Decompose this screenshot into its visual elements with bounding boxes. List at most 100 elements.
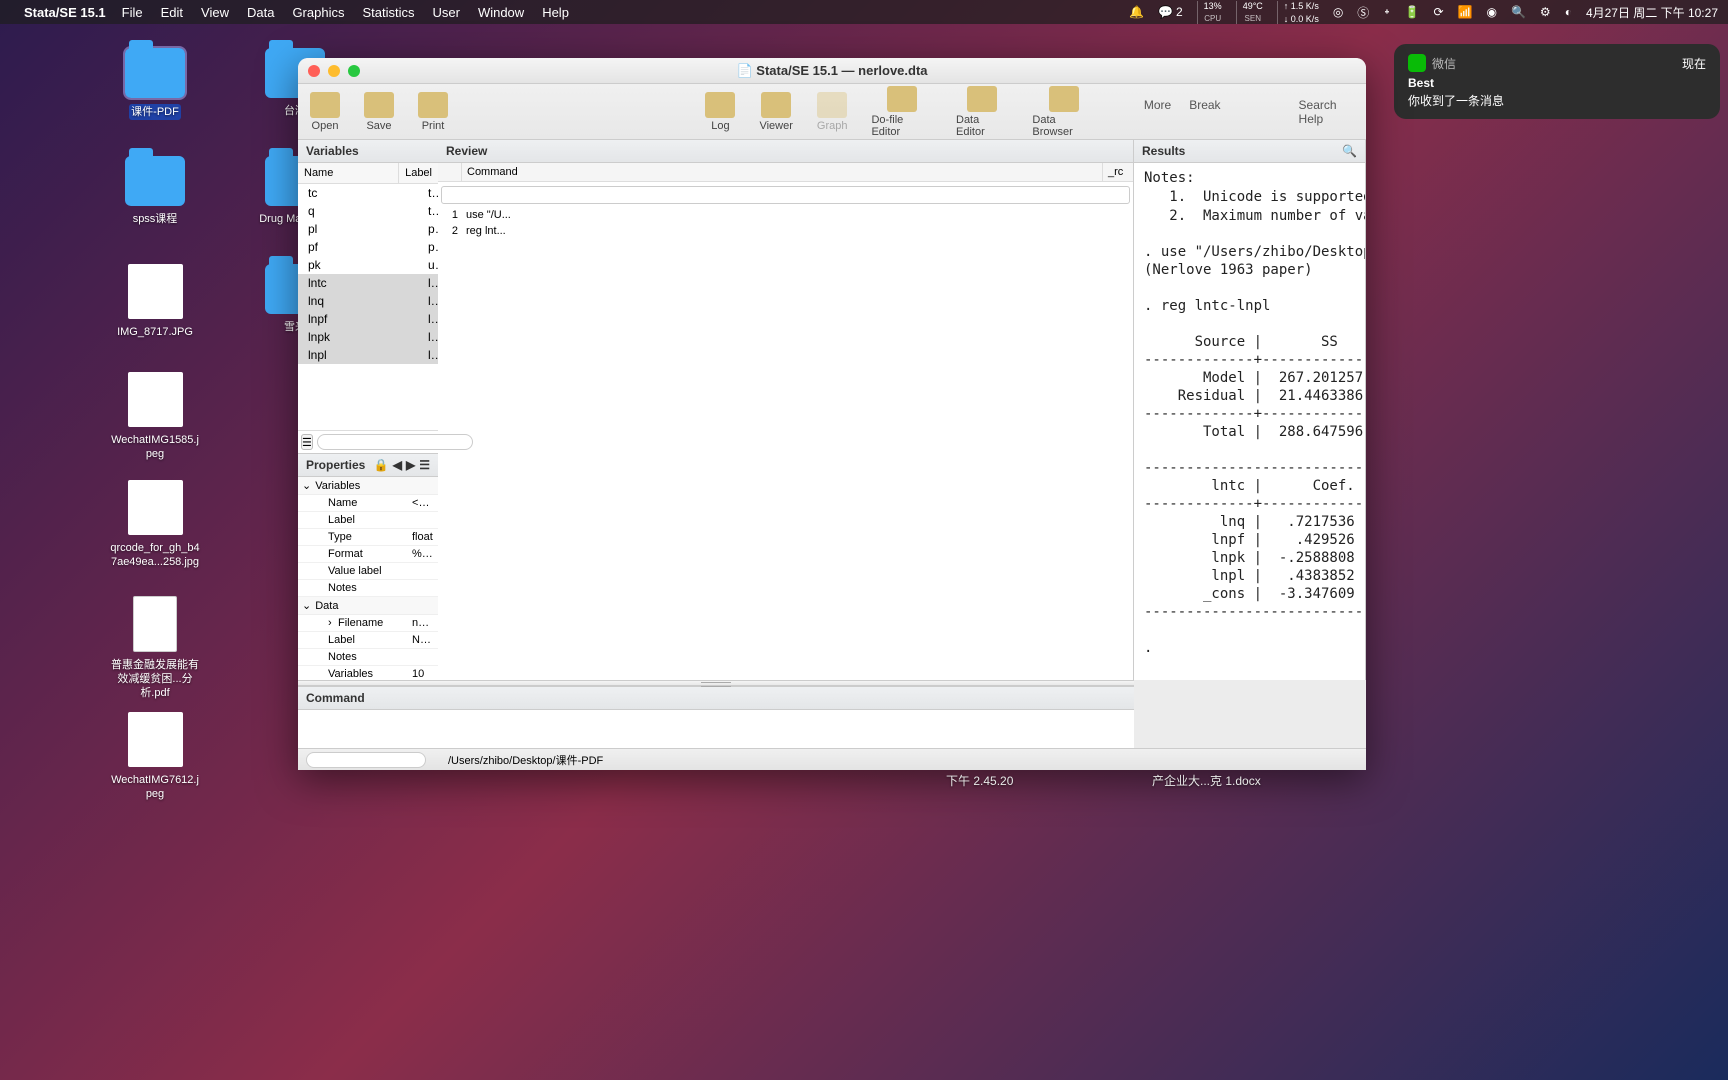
command-sash[interactable] bbox=[298, 680, 1134, 686]
search-icon[interactable]: 🔍 bbox=[1342, 144, 1357, 158]
menu-graphics[interactable]: Graphics bbox=[292, 5, 344, 20]
variable-row[interactable]: pkuser cost... bbox=[298, 256, 438, 274]
window-titlebar[interactable]: 📄 Stata/SE 15.1 — nerlove.dta bbox=[298, 58, 1366, 84]
notification-wechat[interactable]: 微信 现在 Best 你收到了一条消息 bbox=[1394, 44, 1720, 119]
variables-search-input[interactable] bbox=[317, 434, 473, 450]
app-name[interactable]: Stata/SE 15.1 bbox=[24, 5, 106, 20]
variable-row[interactable]: pfprice of fu... bbox=[298, 238, 438, 256]
property-row[interactable]: LabelNerlove 1963 paper bbox=[298, 632, 438, 649]
zoom-icon[interactable] bbox=[348, 65, 360, 77]
menu-window[interactable]: Window bbox=[478, 5, 524, 20]
battery-icon[interactable]: 🔋 bbox=[1405, 5, 1420, 19]
menu-edit[interactable]: Edit bbox=[161, 5, 183, 20]
menu-user[interactable]: User bbox=[432, 5, 459, 20]
icon-label: spss课程 bbox=[110, 212, 200, 226]
notification-time: 现在 bbox=[1682, 55, 1706, 72]
property-row[interactable]: Format%9.0g bbox=[298, 546, 438, 563]
working-directory: /Users/zhibo/Desktop/课件-PDF bbox=[448, 752, 603, 768]
property-row[interactable]: Name<5 variables selected> bbox=[298, 495, 438, 512]
variable-row[interactable]: tctotal cost bbox=[298, 184, 438, 202]
variable-row[interactable]: lnpklnpk bbox=[298, 328, 438, 346]
spotlight-icon[interactable]: 🔍 bbox=[1511, 5, 1526, 19]
toolbar-print-button[interactable]: Print bbox=[418, 92, 448, 132]
status-icon[interactable]: ◉ bbox=[1486, 5, 1496, 19]
toolbar-data-browser-button[interactable]: Data Browser bbox=[1032, 86, 1095, 138]
properties-header: Properties🔒◀▶☰ bbox=[298, 454, 438, 477]
status-icon[interactable]: Ⓢ bbox=[1357, 4, 1369, 21]
toolbar-data-editor-button[interactable]: Data Editor bbox=[956, 86, 1008, 138]
variable-row[interactable]: lnpflnpf bbox=[298, 310, 438, 328]
menu-help[interactable]: Help bbox=[542, 5, 569, 20]
toolbar-do-file-editor-button[interactable]: Do-file Editor bbox=[871, 86, 932, 138]
control-center-icon[interactable]: ⚙ bbox=[1540, 5, 1551, 19]
close-icon[interactable] bbox=[308, 65, 320, 77]
icon-label: 普惠金融发展能有效减缓贫困...分析.pdf bbox=[110, 658, 200, 700]
toolbar-label: Data Editor bbox=[956, 114, 1008, 138]
desktop-icon[interactable]: 普惠金融发展能有效减缓贫困...分析.pdf bbox=[110, 596, 200, 700]
chevron-down-icon: ⌄ bbox=[302, 599, 311, 612]
property-row[interactable]: Typefloat bbox=[298, 529, 438, 546]
variable-row[interactable]: qtotal output bbox=[298, 202, 438, 220]
menu-data[interactable]: Data bbox=[247, 5, 274, 20]
icon-label: qrcode_for_gh_b47ae49ea...258.jpg bbox=[110, 541, 200, 569]
variable-row[interactable]: lnqlnq bbox=[298, 292, 438, 310]
minimize-icon[interactable] bbox=[328, 65, 340, 77]
property-row[interactable]: Notes bbox=[298, 649, 438, 666]
notification-center-icon[interactable]: 🔔 bbox=[1129, 5, 1144, 19]
icon-label: IMG_8717.JPG bbox=[110, 325, 200, 339]
status-icon[interactable]: ⟳ bbox=[1433, 5, 1443, 19]
search-help-button[interactable]: Search Help bbox=[1299, 98, 1354, 126]
clock[interactable]: 4月27日 周二 下午 10:27 bbox=[1586, 4, 1718, 21]
desktop-icon[interactable]: WechatIMG1585.jpeg bbox=[110, 372, 200, 461]
desktop-icon[interactable]: 课件-PDF bbox=[110, 48, 200, 120]
desktop-icon[interactable]: qrcode_for_gh_b47ae49ea...258.jpg bbox=[110, 480, 200, 569]
wechat-status-icon[interactable]: 💬 2 bbox=[1158, 5, 1183, 19]
review-row[interactable]: 1use "/U... bbox=[438, 207, 1133, 223]
props-data-section[interactable]: ⌄Data bbox=[298, 597, 438, 615]
status-search-input[interactable] bbox=[306, 752, 426, 768]
variable-row[interactable]: lntclntc bbox=[298, 274, 438, 292]
review-filter-input[interactable] bbox=[441, 186, 1130, 204]
property-row[interactable]: Variables10 bbox=[298, 666, 438, 680]
bluetooth-icon[interactable]: ᛭ bbox=[1383, 5, 1390, 19]
toolbar-open-button[interactable]: Open bbox=[310, 92, 340, 132]
break-button[interactable]: Break bbox=[1189, 98, 1220, 126]
toolbar-log-button[interactable]: Log bbox=[705, 92, 735, 132]
property-row[interactable]: ›Filenamenerlove.dta bbox=[298, 615, 438, 632]
results-header: Results🔍 bbox=[1134, 140, 1365, 163]
variables-panel: Variables Name Label tctotal costqtotal … bbox=[298, 140, 438, 454]
toolbar-label: Save bbox=[366, 120, 391, 132]
temp-status: 49°CSEN bbox=[1236, 1, 1263, 24]
property-row[interactable]: Notes bbox=[298, 580, 438, 597]
variable-row[interactable]: lnpllnpl bbox=[298, 346, 438, 364]
variables-menu-button[interactable]: ☰ bbox=[301, 434, 313, 450]
status-icon[interactable]: ◎ bbox=[1333, 5, 1343, 19]
menu-file[interactable]: File bbox=[122, 5, 143, 20]
toolbar-viewer-button[interactable]: Viewer bbox=[759, 92, 792, 132]
menu-view[interactable]: View bbox=[201, 5, 229, 20]
results-output[interactable]: Notes: 1. Unicode is supported; see help… bbox=[1134, 163, 1365, 680]
more-button[interactable]: More bbox=[1144, 98, 1171, 126]
prev-var-icon[interactable]: ◀ bbox=[393, 458, 402, 472]
desktop-label: 下午 2.45.20 bbox=[946, 772, 1013, 789]
icon-label: 课件-PDF bbox=[129, 104, 181, 120]
variable-row[interactable]: plprice of la... bbox=[298, 220, 438, 238]
command-header: Command bbox=[298, 687, 1134, 710]
desktop-icon[interactable]: WechatIMG7612.jpeg bbox=[110, 712, 200, 801]
desktop-icon[interactable]: IMG_8717.JPG bbox=[110, 264, 200, 339]
next-var-icon[interactable]: ▶ bbox=[406, 458, 415, 472]
property-row[interactable]: Value label bbox=[298, 563, 438, 580]
review-row[interactable]: 2reg lnt... bbox=[438, 223, 1133, 239]
lock-icon[interactable]: 🔒 bbox=[374, 458, 389, 472]
desktop-icon[interactable]: spss课程 bbox=[110, 156, 200, 226]
command-input[interactable] bbox=[298, 710, 1134, 748]
property-row[interactable]: Label bbox=[298, 512, 438, 529]
props-variables-section[interactable]: ⌄Variables bbox=[298, 477, 438, 495]
toolbar-save-button[interactable]: Save bbox=[364, 92, 394, 132]
toolbar-label: Data Browser bbox=[1032, 114, 1095, 138]
wifi-icon[interactable]: 📶 bbox=[1458, 5, 1473, 19]
log-icon bbox=[705, 92, 735, 118]
menu-statistics[interactable]: Statistics bbox=[362, 5, 414, 20]
props-menu-icon[interactable]: ☰ bbox=[419, 458, 430, 472]
siri-icon[interactable]: ◐ bbox=[1565, 5, 1572, 19]
